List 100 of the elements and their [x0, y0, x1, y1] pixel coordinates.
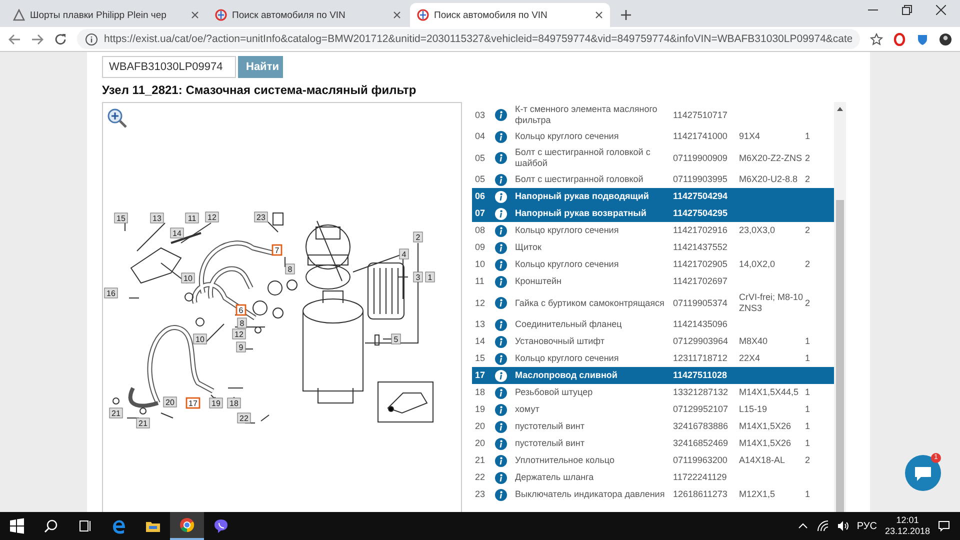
- back-arrow-icon[interactable]: [8, 32, 21, 46]
- reload-icon[interactable]: [54, 32, 67, 46]
- parts-row[interactable]: 05 Болт с шестигранной головкой с шайбой 07119900909 M6X20-Z2-ZNS 2: [472, 145, 834, 171]
- info-icon[interactable]: [495, 109, 507, 121]
- wifi-icon[interactable]: [816, 520, 829, 532]
- callout-label[interactable]: 1: [425, 272, 435, 282]
- parts-row[interactable]: 17 Маслопровод сливной 11427511028: [472, 367, 834, 384]
- info-icon[interactable]: [495, 454, 507, 466]
- parts-row[interactable]: 13 Соединительный фланец 11421435096: [472, 316, 834, 333]
- callout-label[interactable]: 8: [285, 264, 295, 274]
- callout-label[interactable]: 2: [413, 232, 423, 242]
- callout-label[interactable]: 11: [185, 212, 199, 224]
- info-icon[interactable]: [495, 242, 507, 254]
- callout-label[interactable]: 23: [254, 212, 268, 222]
- info-icon[interactable]: [495, 386, 507, 398]
- info-icon[interactable]: [495, 352, 507, 364]
- new-tab-icon[interactable]: [620, 9, 632, 21]
- callout-label[interactable]: 19: [209, 398, 223, 408]
- close-icon[interactable]: [936, 4, 946, 14]
- info-icon[interactable]: [495, 438, 507, 450]
- parts-row[interactable]: 18 Резьбовой штуцер 13321287132 M14X1,5X44,5 1: [472, 384, 834, 401]
- speech-bubble-app-icon[interactable]: [213, 518, 229, 534]
- info-icon[interactable]: [495, 370, 507, 382]
- close-icon[interactable]: [595, 11, 603, 19]
- speaker-icon[interactable]: [836, 520, 849, 532]
- info-icon[interactable]: [495, 472, 507, 484]
- taskbar-clock[interactable]: 12:01 23.12.2018: [884, 515, 930, 537]
- forward-arrow-icon[interactable]: [31, 32, 44, 46]
- callout-label[interactable]: 20: [163, 396, 177, 408]
- callout-label[interactable]: 4: [399, 248, 409, 260]
- close-icon[interactable]: [393, 11, 401, 19]
- ring-extension-icon[interactable]: [893, 32, 906, 46]
- callout-label[interactable]: 5: [391, 334, 401, 344]
- callout-label[interactable]: 18: [227, 398, 241, 408]
- address-bar[interactable]: https://exist.ua/cat/oe/?action=unitInfo&catalog=BMW201712&unitid=2030115327&vehicleid=849759774&vid=849759774&infoVIN=WBAFB31030LP09974&cate: [77, 29, 860, 49]
- parts-row[interactable]: 08 Кольцо круглого сечения 11421702916 23,0X3,0 2: [472, 222, 834, 239]
- parts-row[interactable]: 09 Щиток 11421437552: [472, 239, 834, 256]
- profile-icon[interactable]: [939, 32, 952, 46]
- zoom-in-icon[interactable]: [107, 108, 129, 130]
- edge-browser-icon[interactable]: [111, 518, 127, 534]
- info-icon[interactable]: [495, 152, 507, 164]
- browser-tab[interactable]: Поиск автомобиля по VIN: [410, 3, 610, 27]
- callout-label[interactable]: 12: [232, 328, 246, 340]
- callout-label[interactable]: 6: [236, 304, 246, 316]
- callout-label[interactable]: 8: [237, 318, 247, 328]
- shield-icon[interactable]: [916, 32, 929, 46]
- search-icon[interactable]: [43, 518, 59, 534]
- parts-row[interactable]: 19 хомут 07129952107 L15-19 1: [472, 401, 834, 418]
- callout-label[interactable]: 3: [413, 272, 423, 282]
- info-icon[interactable]: [495, 336, 507, 348]
- parts-row[interactable]: 22 Держатель шланга 11722241129: [472, 469, 834, 486]
- callout-label[interactable]: 16: [104, 288, 118, 298]
- parts-row[interactable]: 21 Уплотнительное кольцо 07119963200 A14X18-AL 2: [472, 452, 834, 469]
- info-icon[interactable]: [495, 130, 507, 142]
- callout-label[interactable]: 21: [136, 418, 150, 428]
- callout-label[interactable]: 22: [237, 412, 251, 424]
- browser-tab[interactable]: Шорты плавки Philipp Plein чер: [6, 3, 206, 27]
- parts-row[interactable]: 05 Болт с шестигранной головкой 07119903995 M6X20-U2-8.8 2: [472, 171, 834, 188]
- callout-label[interactable]: 14: [170, 228, 184, 238]
- info-icon[interactable]: [495, 276, 507, 288]
- browser-tab[interactable]: Поиск автомобиля по VIN: [208, 3, 408, 27]
- vin-input-field[interactable]: WBAFB31030LP09974: [102, 56, 236, 78]
- parts-row[interactable]: 04 Кольцо круглого сечения 11421741000 91X4 1: [472, 128, 834, 145]
- callout-label[interactable]: 12: [205, 212, 219, 222]
- info-icon[interactable]: [495, 190, 507, 202]
- parts-row[interactable]: 20 пустотелый винт 32416783886 M14X1,5X26 1: [472, 418, 834, 435]
- parts-row[interactable]: 14 Установочный штифт 07129903964 M8X40 1: [472, 333, 834, 350]
- close-icon[interactable]: [191, 11, 199, 19]
- parts-row[interactable]: 20 пустотелый винт 32416852469 M14X1,5X26 1: [472, 435, 834, 452]
- task-view-icon[interactable]: [77, 518, 93, 534]
- info-icon[interactable]: [495, 297, 507, 309]
- parts-row[interactable]: 07 Напорный рукав возвратный 11427504295: [472, 205, 834, 222]
- callout-label[interactable]: 10: [193, 334, 207, 344]
- info-icon[interactable]: [495, 174, 507, 186]
- info-icon[interactable]: [495, 420, 507, 432]
- callout-label[interactable]: 13: [150, 212, 164, 224]
- parts-row[interactable]: 15 Кольцо круглого сечения 12311718712 22X4 1: [472, 350, 834, 367]
- scrollbar[interactable]: [834, 102, 846, 512]
- parts-row[interactable]: 10 Кольцо круглого сечения 11421702905 14,0X2,0 2: [472, 256, 834, 273]
- parts-row[interactable]: 23 Выключатель индикатора давления 12618611273 M12X1,5 1: [472, 486, 834, 503]
- chrome-icon[interactable]: [179, 517, 195, 533]
- callout-label[interactable]: 15: [114, 212, 128, 224]
- language-indicator[interactable]: РУС: [856, 520, 877, 532]
- callout-label[interactable]: 7: [272, 244, 282, 256]
- notification-icon[interactable]: [938, 520, 950, 532]
- callout-label[interactable]: 21: [109, 408, 123, 418]
- callout-label[interactable]: 17: [186, 397, 200, 409]
- restore-icon[interactable]: [902, 4, 912, 14]
- info-icon[interactable]: [495, 404, 507, 416]
- callout-label[interactable]: 10: [181, 272, 195, 284]
- callout-label[interactable]: 9: [236, 342, 246, 352]
- star-icon[interactable]: [870, 32, 883, 46]
- info-icon[interactable]: [495, 224, 507, 236]
- scroll-thumb[interactable]: [836, 200, 844, 512]
- parts-row[interactable]: 03 К-т сменного элемента масляного фильтра 11427510717: [472, 102, 834, 128]
- parts-row[interactable]: 06 Напорный рукав подводящий 11427504294: [472, 188, 834, 205]
- info-icon[interactable]: [495, 318, 507, 330]
- chat-button[interactable]: [905, 455, 941, 491]
- windows-start-icon[interactable]: [9, 518, 25, 534]
- parts-row[interactable]: 11 Кронштейн 11421702697: [472, 273, 834, 290]
